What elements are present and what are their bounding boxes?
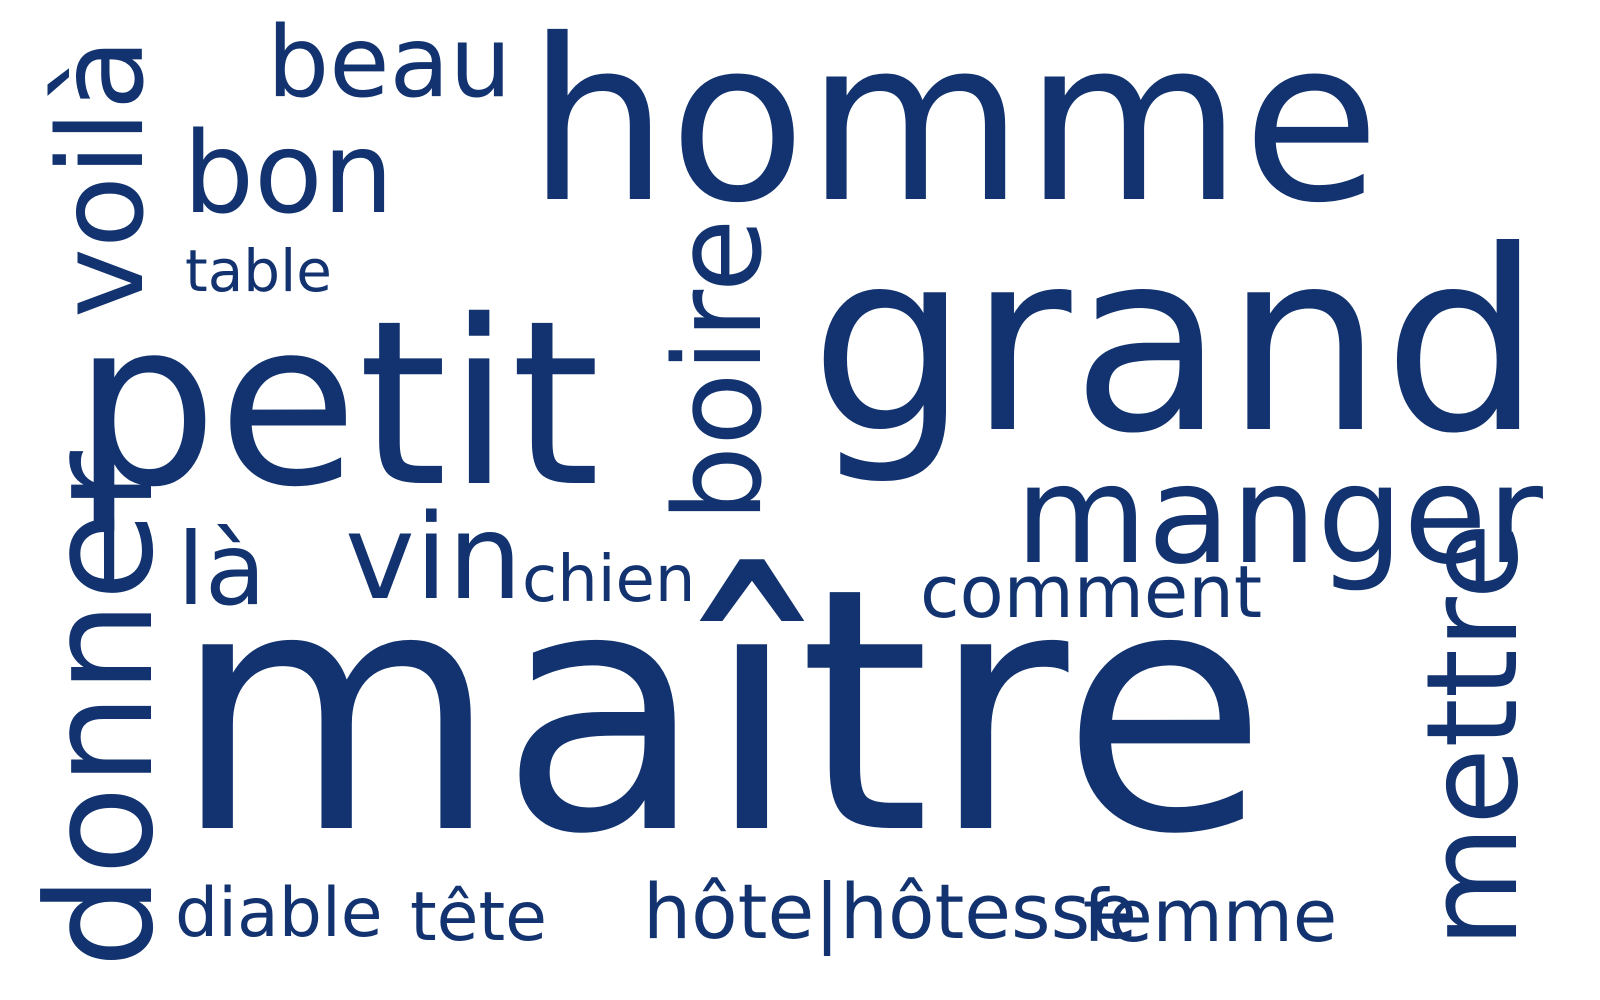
word-diable: diable xyxy=(175,874,383,953)
word-femme: femme xyxy=(1083,874,1338,958)
word-donner: donner xyxy=(16,451,186,968)
word-grand: grand xyxy=(810,197,1542,488)
word-boire: boire xyxy=(650,218,789,522)
word-hote-hotesse: hôte|hôtesse xyxy=(643,867,1137,956)
word-cloud: homme beau bon table voilà petit boire g… xyxy=(0,0,1600,1000)
word-beau: beau xyxy=(267,6,512,120)
word-mettre: mettre xyxy=(1399,522,1546,948)
word-bon: bon xyxy=(183,109,394,239)
word-maitre: maître xyxy=(172,517,1268,908)
word-tete: tête xyxy=(410,878,547,957)
